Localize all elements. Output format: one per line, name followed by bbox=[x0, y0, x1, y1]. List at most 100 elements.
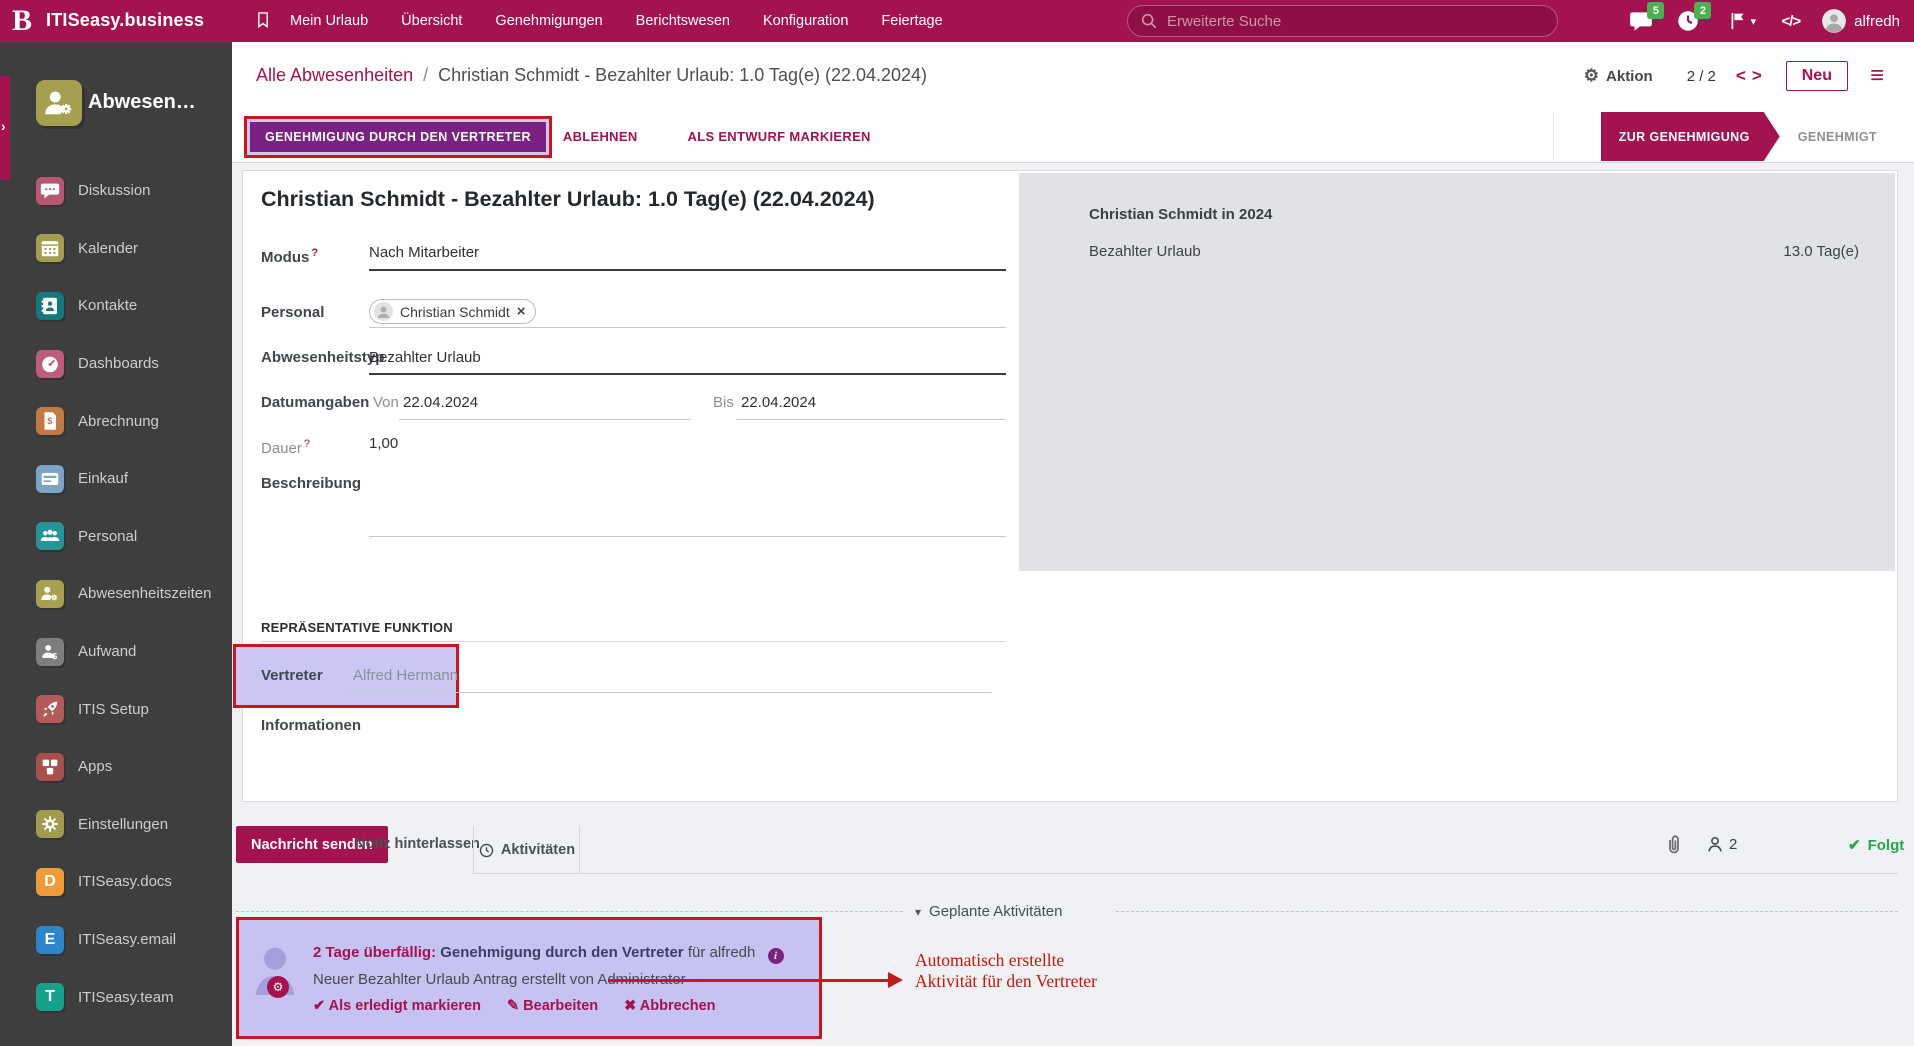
sidebar-item-personal[interactable]: Personal bbox=[0, 508, 232, 566]
main-menu: Mein Urlaub Übersicht Genehmigungen Beri… bbox=[290, 0, 943, 42]
sidebar-item-label: Aufwand bbox=[78, 643, 136, 660]
menu-genehmigungen[interactable]: Genehmigungen bbox=[495, 13, 602, 29]
search-icon bbox=[1140, 12, 1158, 30]
annotation-note: Automatisch erstellte Aktivität für den … bbox=[915, 950, 1097, 992]
invoice-icon: $ bbox=[36, 407, 64, 435]
modus-value[interactable]: Nach Mitarbeiter bbox=[369, 243, 479, 263]
date-from-label: Von bbox=[373, 393, 399, 413]
sidebar-item-label: Personal bbox=[78, 528, 137, 545]
search-bar[interactable] bbox=[1127, 5, 1558, 37]
sidebar-item-abwesenheitszeiten[interactable]: Abwesenheitszeiten bbox=[0, 565, 232, 623]
personal-underline bbox=[369, 327, 1006, 328]
sidebar-item-dashboards[interactable]: Dashboards bbox=[0, 335, 232, 393]
hamburger-menu-icon[interactable]: ≡ bbox=[1870, 66, 1884, 86]
activities-clock-icon[interactable]: 2 bbox=[1675, 8, 1701, 34]
pencil-icon: ✎ bbox=[507, 998, 519, 1014]
menu-konfiguration[interactable]: Konfiguration bbox=[763, 13, 848, 29]
new-record-button[interactable]: Neu bbox=[1786, 61, 1848, 91]
status-step-genehmigt[interactable]: GENEHMIGT bbox=[1780, 112, 1895, 161]
record-title: Christian Schmidt - Bezahlter Urlaub: 1.… bbox=[261, 187, 875, 212]
messages-icon[interactable]: 5 bbox=[1628, 8, 1654, 34]
following-button[interactable]: ✔ Folgt bbox=[1848, 836, 1904, 854]
pager-prev-icon[interactable]: < bbox=[1736, 66, 1746, 86]
followers-button[interactable]: 2 bbox=[1704, 833, 1737, 855]
sidebar-item-apps[interactable]: Apps bbox=[0, 738, 232, 796]
sidebar-item-kontakte[interactable]: Kontakte bbox=[0, 277, 232, 335]
brand-name[interactable]: ITISeasy.business bbox=[46, 10, 204, 31]
menu-berichtswesen[interactable]: Berichtswesen bbox=[636, 13, 730, 29]
deputy-value[interactable]: Alfred Hermann bbox=[353, 666, 458, 686]
action-label: Aktion bbox=[1606, 68, 1653, 85]
breadcrumb-separator: / bbox=[423, 65, 428, 86]
sidebar-expand-icon[interactable]: › bbox=[1, 118, 6, 134]
activity-assignee: für alfredh bbox=[688, 944, 756, 961]
employee-avatar bbox=[374, 302, 393, 321]
x-icon: ✖ bbox=[624, 998, 636, 1014]
log-note-button[interactable]: Notiz hinterlassen bbox=[355, 826, 480, 863]
date-to-value[interactable]: 22.04.2024 bbox=[741, 393, 816, 413]
follower-person-icon bbox=[1704, 833, 1726, 855]
pager-nav: < > bbox=[1736, 66, 1762, 86]
modus-help-icon[interactable]: ? bbox=[311, 247, 318, 259]
edit-activity-button[interactable]: ✎ Bearbeiten bbox=[507, 998, 598, 1014]
info-icon[interactable]: i bbox=[768, 948, 784, 964]
activity-type-gear-badge: ⚙ bbox=[267, 976, 289, 998]
sidebar-item-itiseasy-email[interactable]: E ITISeasy.email bbox=[0, 911, 232, 969]
action-gear-icon: ⚙ bbox=[1584, 66, 1599, 86]
sidebar-item-label: Abwesenheitszeiten bbox=[78, 585, 211, 602]
description-label: Beschreibung bbox=[261, 474, 371, 494]
svg-text:$: $ bbox=[52, 650, 57, 660]
search-input[interactable] bbox=[1167, 13, 1527, 30]
status-step-zur-genehmigung[interactable]: ZUR GENEHMIGUNG bbox=[1601, 112, 1780, 161]
deputy-underline bbox=[345, 692, 991, 693]
sidebar-item-aufwand[interactable]: $ Aufwand bbox=[0, 623, 232, 681]
menu-feiertage[interactable]: Feiertage bbox=[881, 13, 942, 29]
sidebar-item-einstellungen[interactable]: Einstellungen bbox=[0, 796, 232, 854]
sidebar-item-kalender[interactable]: Kalender bbox=[0, 220, 232, 278]
current-app-title: Abwesen… bbox=[88, 91, 196, 114]
developer-mode-icon[interactable]: </> bbox=[1781, 13, 1800, 30]
brand-logo[interactable]: B bbox=[12, 4, 32, 38]
messages-badge: 5 bbox=[1647, 2, 1664, 19]
attachment-paperclip-icon[interactable] bbox=[1662, 833, 1686, 857]
breadcrumb-parent-link[interactable]: Alle Abwesenheiten bbox=[256, 65, 413, 86]
leave-type-label: Abwesenheitstyp bbox=[261, 348, 371, 368]
menu-mein-urlaub[interactable]: Mein Urlaub bbox=[290, 13, 368, 29]
sidebar-item-itiseasy-docs[interactable]: D ITISeasy.docs bbox=[0, 853, 232, 911]
employee-tag-remove-icon[interactable]: × bbox=[517, 303, 526, 320]
app-window: B ITISeasy.business Mein Urlaub Übersich… bbox=[0, 0, 1914, 1046]
duration-help-icon[interactable]: ? bbox=[304, 438, 310, 450]
action-menu-button[interactable]: ⚙ Aktion bbox=[1584, 66, 1653, 86]
sidebar-item-einkauf[interactable]: Einkauf bbox=[0, 450, 232, 508]
leave-type-value[interactable]: Bezahlter Urlaub bbox=[369, 348, 481, 368]
approve-by-deputy-button[interactable]: GENEHMIGUNG DURCH DEN VERTRETER bbox=[250, 122, 546, 152]
leave-summary-panel: Christian Schmidt in 2024 Bezahlter Urla… bbox=[1019, 173, 1895, 571]
pager-next-icon[interactable]: > bbox=[1752, 66, 1762, 86]
sidebar-item-itiseasy-team[interactable]: T ITISeasy.team bbox=[0, 968, 232, 1026]
sidebar-item-label: Einstellungen bbox=[78, 816, 168, 833]
annotation-arrow bbox=[608, 979, 890, 982]
activities-tab[interactable]: Aktivitäten bbox=[473, 826, 580, 874]
date-from-value[interactable]: 22.04.2024 bbox=[403, 393, 478, 413]
employee-tag[interactable]: Christian Schmidt × bbox=[369, 299, 536, 324]
current-app-icon[interactable] bbox=[36, 80, 82, 126]
user-menu[interactable]: alfredh bbox=[1821, 8, 1900, 34]
refuse-button[interactable]: ABLEHNEN bbox=[563, 129, 638, 144]
mark-done-button[interactable]: ✔ Als erledigt markieren bbox=[313, 998, 481, 1014]
chatter-divider bbox=[473, 873, 1898, 874]
sidebar-item-label: Kontakte bbox=[78, 297, 137, 314]
flag-menu-icon[interactable]: ▾ bbox=[1722, 8, 1760, 34]
bookmark-icon[interactable] bbox=[253, 10, 273, 32]
divider-line-left bbox=[236, 911, 903, 912]
description-underline[interactable] bbox=[369, 536, 1006, 537]
mark-as-draft-button[interactable]: ALS ENTWURF MARKIEREN bbox=[688, 129, 871, 144]
sidebar-item-abrechnung[interactable]: $ Abrechnung bbox=[0, 392, 232, 450]
sidebar-item-itis-setup[interactable]: ITIS Setup bbox=[0, 680, 232, 738]
cancel-activity-button[interactable]: ✖ Abbrechen bbox=[624, 998, 715, 1014]
menu-uebersicht[interactable]: Übersicht bbox=[401, 13, 462, 29]
control-panel-right: ⚙ Aktion 2 / 2 < > Neu ≡ bbox=[1584, 56, 1884, 96]
section-rule bbox=[261, 641, 1006, 642]
sidebar-item-diskussion[interactable]: Diskussion bbox=[0, 162, 232, 220]
planned-activities-toggle[interactable]: ▾ Geplante Aktivitäten bbox=[915, 903, 1062, 920]
modules-icon bbox=[36, 753, 64, 781]
